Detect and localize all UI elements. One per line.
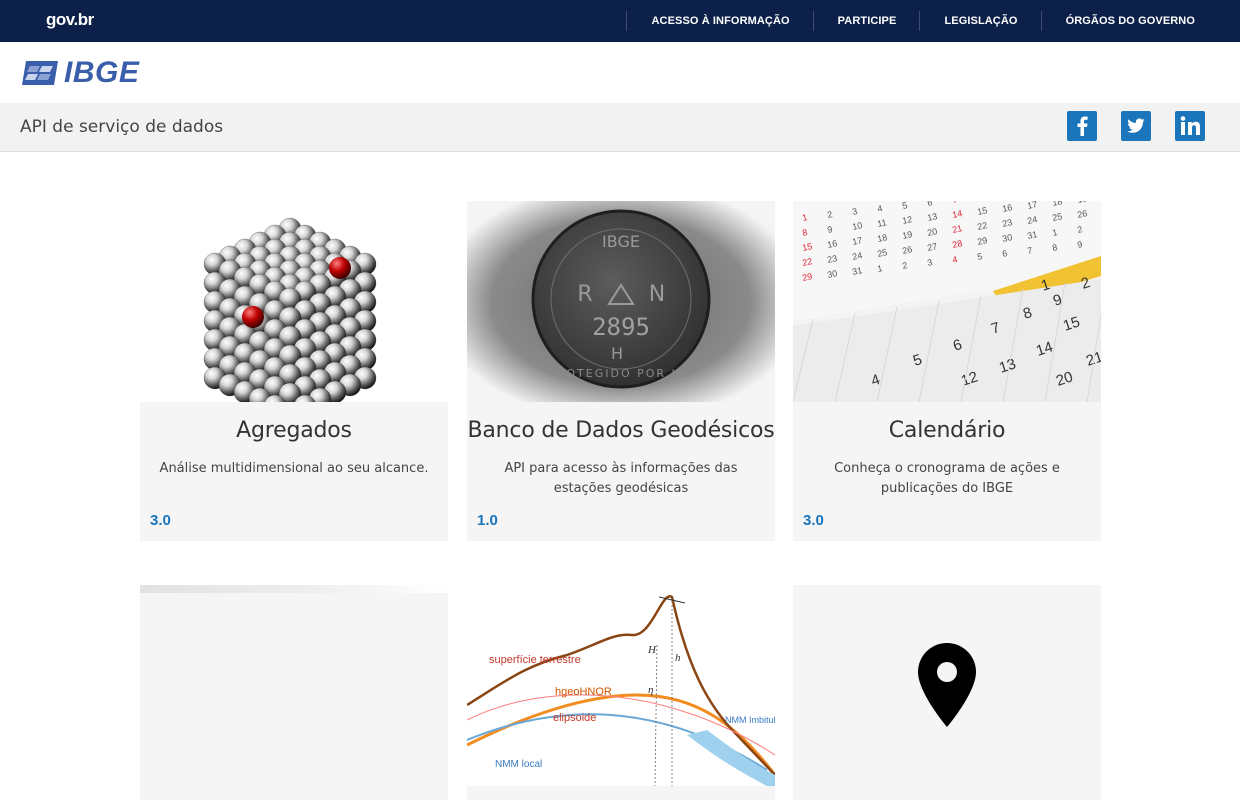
ibge-emblem-icon [22, 61, 58, 85]
card-description: API para acesso às informações das estaç… [504, 461, 738, 496]
nav-participe[interactable]: PARTICIPE [814, 15, 920, 27]
diagram-label-hgeohnor: hgeoHNOR [555, 686, 612, 698]
calendar-small-number: 18 [876, 232, 888, 244]
marker-text-number: 2895 [592, 313, 650, 341]
calendar-small-number: 23 [826, 253, 838, 265]
nav-legislacao[interactable]: LEGISLAÇÃO [920, 15, 1040, 27]
calendar-small-number: 16 [1001, 202, 1013, 214]
diagram-label-h: h [675, 652, 681, 664]
metal-spheres-cube-image [203, 217, 377, 402]
calendar-small-number: 10 [851, 220, 863, 232]
calendar-small-number: 14 [951, 208, 963, 220]
page-title: API de serviço de dados [20, 117, 224, 137]
calendar-small-number: 22 [976, 220, 988, 232]
calendar-small-number: 29 [801, 271, 813, 283]
calendar-small-number: 29 [976, 235, 988, 247]
calendar-small-number: 20 [926, 226, 938, 238]
facebook-icon[interactable] [1067, 111, 1097, 141]
card-image-geodetic-marker: IBGE R N 2895 H PROTEGIDO POR LEI [467, 201, 775, 402]
card-title: Banco de Dados Geodésicos [467, 418, 775, 443]
calendar-small-number: 27 [926, 241, 938, 253]
calendar-small-number: 16 [826, 238, 838, 250]
diagram-label-H: H [647, 644, 657, 656]
marker-text-protegido: PROTEGIDO POR LEI [548, 367, 694, 380]
calendar-small-number: 19 [901, 229, 913, 241]
card-title: Calendário [888, 418, 1006, 443]
calendar-small-number: 15 [976, 205, 988, 217]
govbr-logo[interactable]: gov.br [46, 10, 94, 30]
nav-acesso-informacao[interactable]: ACESSO À INFORMAÇÃO [627, 15, 812, 27]
calendar-small-number: 15 [801, 241, 813, 253]
card-image-calendar: 4567815121314202112912345678910111289101… [793, 201, 1101, 402]
red-sphere [242, 306, 264, 328]
calendar-small-number: 24 [851, 250, 863, 262]
ibge-wordmark: IBGE [64, 56, 140, 89]
card-calendario[interactable]: 4567815121314202112912345678910111289101… [793, 201, 1101, 541]
card-description: Análise multidimensional ao seu alcance. [159, 461, 429, 476]
nav-orgaos-governo[interactable]: ÓRGÃOS DO GOVERNO [1042, 15, 1218, 27]
card-row2-3[interactable] [793, 585, 1101, 800]
card-description: Conheça o cronograma de ações e publicaç… [834, 461, 1060, 496]
marker-text-h: H [611, 344, 623, 363]
gov-nav: ACESSO À INFORMAÇÃO PARTICIPE LEGISLAÇÃO… [626, 0, 1218, 42]
ibge-logo[interactable]: IBGE [20, 58, 139, 88]
calendar-small-number: 31 [851, 265, 863, 277]
card-image-geoid-diagram: superfície terrestre hgeoHNOR elipsoide … [467, 585, 775, 786]
card-version[interactable]: 1.0 [477, 512, 498, 529]
card-banco-dados-geodesicos[interactable]: IBGE R N 2895 H PROTEGIDO POR LEI Banco … [467, 201, 775, 541]
calendar-image: 4567815121314202112912345678910111289101… [793, 201, 1101, 402]
calendar-small-number: 26 [901, 244, 913, 256]
calendar-small-number: 6 [926, 201, 933, 208]
subtitle-bar: API de serviço de dados [0, 103, 1240, 152]
gov-top-bar: gov.br ACESSO À INFORMAÇÃO PARTICIPE LEG… [0, 0, 1240, 42]
geoid-diagram-image: superfície terrestre hgeoHNOR elipsoide … [467, 594, 775, 786]
red-sphere [329, 257, 351, 279]
twitter-icon[interactable] [1121, 111, 1151, 141]
card-title: Agregados [236, 418, 352, 443]
calendar-small-number: 26 [1076, 208, 1088, 220]
card-version[interactable]: 3.0 [803, 512, 824, 529]
linkedin-icon[interactable] [1175, 111, 1205, 141]
calendar-small-number: 13 [926, 211, 938, 223]
marker-text-n: N [649, 282, 665, 307]
marker-text-ibge: IBGE [602, 232, 640, 251]
map-marker-icon [918, 643, 976, 732]
card-agregados[interactable]: Agregados Análise multidimensional ao se… [140, 201, 448, 541]
calendar-small-number: 21 [951, 223, 963, 235]
calendar-small-number: 30 [1001, 232, 1013, 244]
calendar-small-number: 23 [1001, 217, 1013, 229]
diagram-label-elipsoide: elipsoide [553, 712, 596, 724]
diagram-label-superficie: superfície terrestre [489, 654, 581, 666]
card-row2-1[interactable] [140, 585, 448, 800]
calendar-small-number: 28 [951, 238, 963, 250]
diagram-label-nmm-imbituba: NMM Imbituba e Santana [725, 715, 775, 725]
card-version[interactable]: 3.0 [150, 512, 171, 529]
calendar-small-number: 17 [851, 235, 863, 247]
calendar-small-number: 12 [901, 214, 913, 226]
calendar-small-number: 24 [1026, 214, 1038, 226]
calendar-small-number: 30 [826, 268, 838, 280]
brand-header: IBGE [0, 42, 1240, 103]
calendar-small-number: 31 [1026, 229, 1038, 241]
diagram-label-eta: η [648, 684, 653, 696]
card-row2-2[interactable]: superfície terrestre hgeoHNOR elipsoide … [467, 585, 775, 800]
calendar-small-number: 25 [1051, 211, 1063, 223]
card-top-strip [140, 585, 448, 593]
calendar-small-number: 22 [801, 256, 813, 268]
card-image-spheres [140, 201, 448, 402]
marker-text-r: R [577, 282, 592, 307]
calendar-small-number: 25 [876, 247, 888, 259]
geodetic-marker-image: IBGE R N 2895 H PROTEGIDO POR LEI [467, 201, 775, 402]
diagram-label-nmm-local: NMM local [495, 759, 542, 770]
